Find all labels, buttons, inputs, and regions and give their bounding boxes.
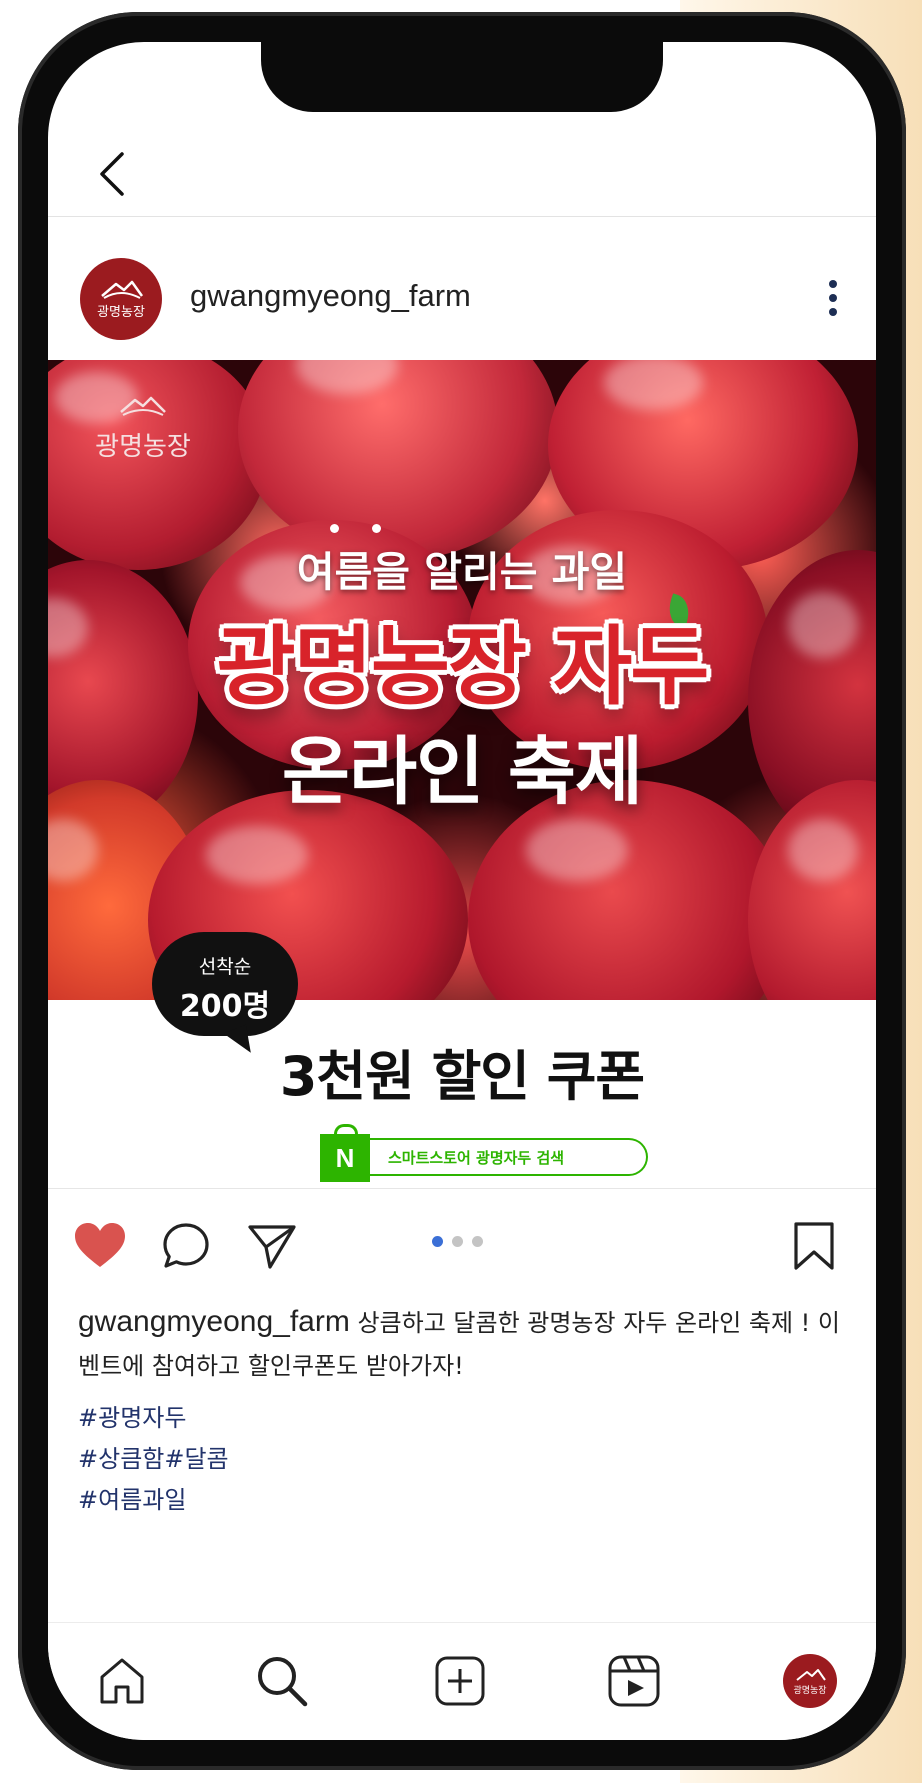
first-come-badge: 선착순 200명 [152,932,298,1036]
profile-avatar: 광명농장 [783,1654,837,1708]
naver-bag-icon: N [320,1124,370,1182]
phone-screen: 광명농장 gwangmyeong_farm 광명농장 여름을 알리는 과일 광명… [48,42,876,1740]
hashtag[interactable]: #여름과일 [78,1480,478,1521]
comment-button[interactable] [158,1218,214,1274]
nav-reels-button[interactable] [604,1651,664,1711]
save-button[interactable] [786,1218,842,1274]
more-options-button[interactable] [818,268,848,328]
headline-main: 광명농장 자두 [216,617,710,717]
mountain-logo-icon [120,396,166,416]
avatar-label: 광명농장 [793,1686,827,1696]
headline-emphasis-dots [330,524,400,534]
phone-notch [261,42,663,112]
share-button[interactable] [244,1218,300,1274]
chevron-left-icon [100,152,124,196]
carousel-indicator [432,1236,492,1248]
more-dot [829,308,837,316]
naver-search-text: 스마트스토어 광명자두 검색 [364,1138,648,1176]
home-icon [100,1658,144,1704]
mountain-logo-icon [101,280,144,299]
like-button[interactable] [72,1218,128,1274]
emphasis-dot [372,524,381,533]
post-image[interactable]: 광명농장 여름을 알리는 과일 광명농장 자두 온라인 축제 [48,360,876,1000]
avatar-label: 광명농장 [97,305,145,320]
post-caption: gwangmyeong_farm 상큼하고 달콤한 광명농장 자두 온라인 축제… [78,1300,848,1388]
hashtag[interactable]: #상큼함#달콤 [78,1439,478,1480]
caption-username[interactable]: gwangmyeong_farm [78,1305,350,1338]
more-vertical-icon [829,280,837,288]
reels-icon [608,1655,660,1707]
nav-profile-button[interactable]: 광명농장 [780,1651,840,1711]
send-icon [248,1225,296,1269]
profile-avatar[interactable]: 광명농장 [80,258,162,340]
image-brand-logo: 광명농장 [88,394,198,463]
bottom-navigation: 광명농장 [48,1622,876,1740]
emphasis-dot [330,524,339,533]
badge-line2: 200명 [179,989,271,1024]
heart-icon [75,1223,125,1267]
header-divider [48,216,876,217]
back-button[interactable] [84,146,140,202]
hashtag-list: #광명자두 #상큼함#달콤 #여름과일 [78,1398,478,1521]
bookmark-icon [794,1222,834,1270]
nav-search-button[interactable] [252,1651,312,1711]
coupon-title: 3천원 할인 쿠폰 [279,1045,645,1108]
carousel-dot-active [432,1236,443,1247]
phone-frame: 광명농장 gwangmyeong_farm 광명농장 여름을 알리는 과일 광명… [18,12,906,1770]
badge-line1: 선착순 [198,956,252,978]
image-logo-text: 광명농장 [95,432,191,462]
headline-small: 여름을 알리는 과일 [296,548,628,596]
headline-sub: 온라인 축제 [281,729,643,815]
nav-add-post-button[interactable] [430,1651,490,1711]
add-post-icon [435,1656,485,1706]
carousel-dot [472,1236,483,1247]
search-icon [258,1657,308,1707]
image-divider [48,1188,876,1189]
naver-search-bar: 스마트스토어 광명자두 검색 N [320,1124,662,1182]
hashtag[interactable]: #광명자두 [78,1398,478,1439]
more-dot [829,294,837,302]
nav-home-button[interactable] [92,1651,152,1711]
post-username[interactable]: gwangmyeong_farm [190,278,471,314]
comment-icon [163,1223,209,1268]
carousel-dot [452,1236,463,1247]
